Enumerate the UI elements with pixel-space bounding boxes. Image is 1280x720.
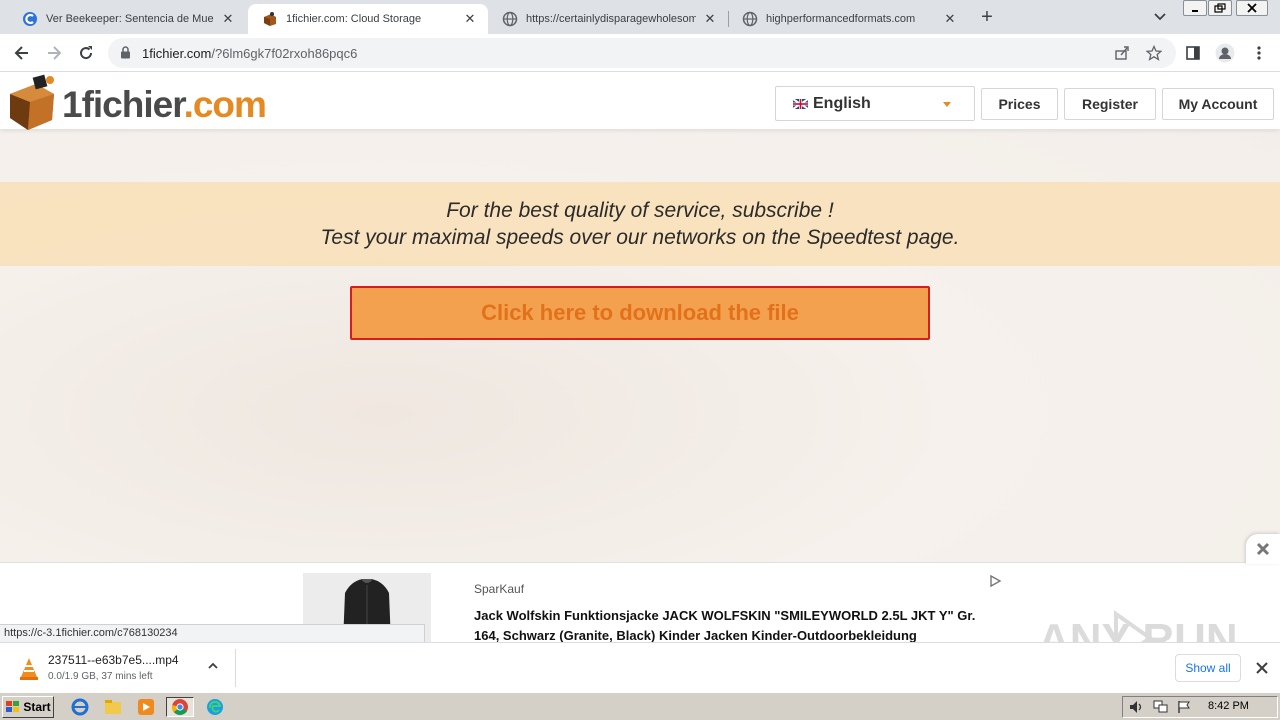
close-window-button[interactable] (1236, 0, 1268, 16)
explorer-folder-icon[interactable] (102, 697, 124, 717)
adchoices-play-icon[interactable] (988, 574, 1002, 588)
prices-button[interactable]: Prices (981, 88, 1058, 120)
promo-line-1: For the best quality of service, subscri… (446, 199, 834, 222)
windows-logo-icon (6, 701, 20, 712)
side-panel-icon[interactable] (1182, 42, 1204, 64)
forward-button[interactable] (42, 42, 66, 64)
page-content: 1fichier.com English Prices Register My … (0, 72, 1280, 642)
close-tab-icon[interactable]: ✕ (462, 11, 478, 27)
media-player-icon[interactable] (135, 697, 157, 717)
tab-strip: Ver Beekeeper: Sentencia de Muerte ✕ 1fi… (0, 0, 1280, 34)
close-tab-icon[interactable]: ✕ (942, 11, 958, 27)
lock-icon[interactable] (120, 46, 131, 64)
site-header: 1fichier.com English Prices Register My … (0, 72, 1280, 130)
download-filename: 237511--e63b7e5....mp4 (48, 653, 179, 667)
restore-button[interactable] (1208, 0, 1232, 16)
reload-button[interactable] (74, 42, 98, 64)
tab-beekeeper[interactable]: Ver Beekeeper: Sentencia de Muerte ✕ (8, 4, 246, 34)
logo-text-main: 1fichier (62, 84, 185, 125)
language-select[interactable]: English (775, 86, 975, 121)
edge-icon[interactable] (204, 697, 226, 717)
ie-icon[interactable] (69, 697, 91, 717)
back-button[interactable] (10, 42, 34, 64)
link-status-bar: https://c-3.1fichier.com/c768130234 (0, 624, 425, 642)
start-button[interactable]: Start (2, 696, 54, 718)
logo-box-icon (10, 74, 54, 130)
url-path: /?6lm6gk7f02rxoh86pqc6 (211, 46, 358, 61)
close-download-bar-icon[interactable] (1253, 659, 1271, 677)
download-item[interactable]: 237511--e63b7e5....mp4 0.0/1.9 GB, 37 mi… (8, 649, 236, 687)
network-icon[interactable] (1153, 700, 1169, 719)
chevron-down-icon (943, 102, 951, 107)
promo-line-2: Test your maximal speeds over our networ… (320, 226, 960, 249)
logo-text-tld: .com (183, 84, 267, 125)
globe-icon (742, 11, 758, 27)
chrome-icon[interactable] (166, 697, 194, 717)
language-label: English (813, 95, 871, 112)
close-tab-icon[interactable]: ✕ (702, 11, 718, 27)
minimize-button[interactable] (1183, 0, 1207, 16)
download-status: 0.0/1.9 GB, 37 mins left (48, 671, 153, 682)
system-tray (1122, 696, 1278, 718)
tab-1fichier[interactable]: 1fichier.com: Cloud Storage ✕ (248, 4, 488, 34)
taskbar-clock[interactable]: 8:42 PM (1208, 700, 1249, 712)
show-all-button[interactable]: Show all (1175, 654, 1241, 682)
uk-flag-icon (793, 99, 808, 109)
url-text: 1fichier.com/?6lm6gk7f02rxoh86pqc6 (142, 46, 357, 61)
chevron-up-icon[interactable] (206, 659, 220, 673)
1fichier-icon (262, 11, 278, 27)
tab-certainly[interactable]: https://certainlydisparagewholesome ✕ (488, 4, 728, 34)
close-tab-icon[interactable]: ✕ (220, 11, 236, 27)
tab-title: Ver Beekeeper: Sentencia de Muerte (46, 13, 214, 25)
tab-highperformance[interactable]: highperformancedformats.com ✕ (728, 4, 968, 34)
address-bar[interactable]: 1fichier.com/?6lm6gk7f02rxoh86pqc6 (108, 38, 1176, 68)
browser-toolbar: 1fichier.com/?6lm6gk7f02rxoh86pqc6 (0, 34, 1280, 72)
bookmark-star-icon[interactable] (1144, 44, 1164, 62)
ad-title[interactable]: Jack Wolfskin Funktionsjacke JACK WOLFSK… (474, 606, 994, 646)
tab-title: highperformancedformats.com (766, 13, 916, 25)
ad-brand[interactable]: SparKauf (474, 582, 524, 596)
logo-text: 1fichier.com (62, 84, 267, 126)
windows-taskbar: Start (0, 692, 1280, 720)
volume-icon[interactable] (1129, 700, 1145, 719)
tab-title: https://certainlydisparagewholesome (526, 13, 696, 25)
start-label: Start (23, 700, 51, 714)
tab-search-chevron-icon[interactable] (1150, 9, 1170, 25)
site-logo[interactable]: 1fichier.com (6, 72, 267, 130)
tab-title: 1fichier.com: Cloud Storage (286, 13, 422, 25)
subscribe-banner: For the best quality of service, subscri… (0, 182, 1280, 266)
download-bar: 237511--e63b7e5....mp4 0.0/1.9 GB, 37 mi… (0, 642, 1280, 692)
vlc-file-icon (20, 658, 38, 680)
ad-close-button[interactable] (1246, 534, 1280, 564)
share-icon[interactable] (1112, 44, 1132, 62)
action-center-flag-icon[interactable] (1177, 700, 1191, 719)
menu-kebab-icon[interactable] (1248, 42, 1270, 64)
profile-avatar-icon[interactable] (1214, 42, 1236, 64)
download-file-button[interactable]: Click here to download the file (350, 286, 930, 340)
my-account-button[interactable]: My Account (1162, 88, 1274, 120)
url-host: 1fichier.com (142, 46, 212, 61)
globe-icon (502, 11, 518, 27)
new-tab-button[interactable]: + (976, 7, 998, 29)
register-button[interactable]: Register (1064, 88, 1156, 120)
cuevana-icon (22, 11, 38, 27)
